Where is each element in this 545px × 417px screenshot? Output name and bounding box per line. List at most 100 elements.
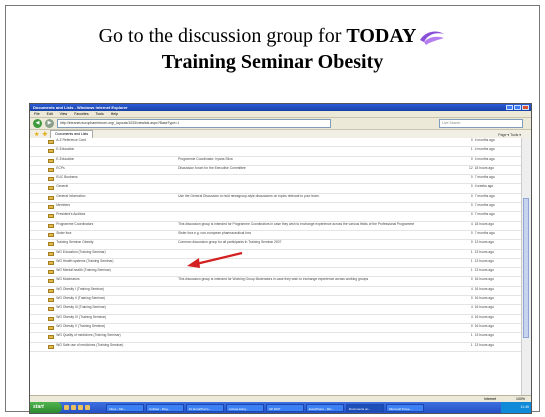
item-count: 4 — [441, 286, 474, 297]
row-icon-cell — [30, 239, 56, 250]
quick-launch-icon[interactable] — [71, 405, 76, 410]
system-tray-clock: 11:45 — [501, 402, 531, 413]
discussion-name-link[interactable]: ECPs — [55, 165, 178, 176]
taskbar-item[interactable]: ActiveListing... — [226, 403, 264, 412]
row-icon-cell — [30, 314, 56, 324]
menu-item-view[interactable]: View — [60, 111, 68, 117]
discussion-description: Programme Coordinator: Iryana Silva — [177, 156, 442, 166]
taskbar-item[interactable]: Microsoft Powe... — [386, 403, 424, 412]
taskbar-item[interactable]: M: EuroPharm... — [186, 403, 224, 412]
discussion-name-link[interactable]: EUC Business — [55, 174, 178, 185]
vertical-scrollbar[interactable] — [521, 138, 531, 402]
start-button[interactable]: start — [30, 402, 62, 413]
menu-item-file[interactable]: File — [34, 111, 40, 117]
item-count: 0 — [441, 239, 474, 250]
last-modified: 13 hours ago — [473, 332, 522, 343]
menu-item-favorites[interactable]: Favorites — [74, 111, 88, 117]
discussion-description — [177, 286, 442, 297]
taskbar-item[interactable]: Documents an... — [346, 403, 384, 412]
item-count: 0 — [441, 276, 474, 287]
favorites-star-icon[interactable]: ★ — [34, 131, 39, 138]
last-modified: 4 months ago — [473, 138, 522, 148]
close-button[interactable] — [522, 105, 529, 110]
discussion-name-link[interactable]: WG Safe use of medicines (Training Semin… — [55, 342, 178, 352]
discussion-board-icon — [48, 325, 55, 330]
discussion-board-icon — [48, 140, 55, 144]
discussion-name-link[interactable]: WG Obesity V (Training Seminar) — [55, 323, 178, 334]
quick-launch-icon[interactable] — [78, 405, 83, 410]
forward-button[interactable]: ▶ — [45, 119, 54, 128]
menu-item-help[interactable]: Help — [111, 111, 118, 117]
taskbar-item[interactable]: SP 2007 — [266, 403, 304, 412]
add-favorites-icon[interactable]: ✚ — [42, 131, 47, 138]
discussion-name-link[interactable]: General Information — [55, 193, 178, 204]
table-row: EUC Business 0 7 months ago — [30, 174, 522, 185]
discussion-name-link[interactable]: President's Auditors — [55, 211, 178, 222]
row-icon-cell — [30, 295, 56, 306]
row-icon-cell — [30, 276, 56, 287]
discussion-name-link[interactable]: Members — [55, 202, 178, 213]
discussion-description — [177, 202, 442, 213]
search-input[interactable]: Live Search — [439, 119, 523, 128]
menu-item-tools[interactable]: Tools — [96, 111, 104, 117]
back-button[interactable]: ◀ — [33, 119, 42, 128]
discussion-name-link[interactable]: E-Education — [55, 146, 178, 157]
discussion-description: Sister fora e.g. non-european pharmaceut… — [177, 230, 442, 241]
scrollbar-thumb[interactable] — [523, 198, 529, 338]
last-modified: 13 hours ago — [473, 342, 522, 352]
last-modified: 18 hours ago — [473, 221, 522, 231]
zoom-level[interactable]: 100% — [516, 397, 525, 401]
discussion-name-link[interactable]: WG Obesity IV (Training Seminar) — [55, 314, 178, 324]
logo-swoosh-icon — [420, 31, 445, 46]
discussion-board-icon — [48, 167, 55, 172]
last-modified: 16 hours ago — [473, 276, 522, 287]
row-icon-cell — [30, 193, 56, 204]
discussion-name-link[interactable]: WG Quality of medicines (Training Semina… — [55, 332, 178, 343]
taskbar-item[interactable]: Untitled - Msg... — [146, 403, 184, 412]
taskbar-item[interactable]: Inbox - Mic... — [106, 403, 144, 412]
discussion-name-link[interactable]: General — [55, 183, 178, 194]
url-input[interactable]: http://intranet.europharmforum.org/_layo… — [57, 119, 331, 128]
item-count: 1 — [441, 249, 474, 259]
item-count: 0 — [441, 174, 474, 185]
minimize-button[interactable] — [506, 105, 513, 110]
quick-launch-icon[interactable] — [85, 405, 90, 410]
taskbar: start Inbox - Mic... Untitled - Msg... M: … — [30, 402, 531, 413]
discussion-name-link[interactable]: A-Z Reference Card — [55, 138, 178, 148]
taskbar-item[interactable]: EuroPharm - Mic... — [306, 403, 344, 412]
last-modified: 18 hours ago — [473, 165, 522, 176]
table-row: WG Obesity II (Training Seminar) 0 16 hour… — [30, 295, 522, 306]
discussion-name-link[interactable]: WG Mental health (Training Seminar) — [55, 267, 178, 278]
maximize-button[interactable] — [514, 105, 521, 110]
row-icon-cell — [30, 138, 56, 148]
discussion-list-table: A-Z Reference Card 0 4 months ago E-Educati… — [30, 138, 522, 352]
table-row: Members 0 7 months ago — [30, 202, 522, 213]
discussion-name-link[interactable]: WG Obesity III (Training Seminar) — [55, 304, 178, 315]
discussion-name-link[interactable]: WG Education (Training Seminar) — [55, 249, 178, 259]
security-zone: Internet — [484, 397, 497, 401]
discussion-name-link[interactable]: Sister fora — [55, 230, 178, 241]
discussion-name-link[interactable]: WG Obesity I (Training Seminar) — [55, 286, 178, 297]
row-icon-cell — [30, 267, 56, 278]
discussion-name-link[interactable]: WG Health systems (Training Seminar) — [55, 258, 178, 269]
menu-item-edit[interactable]: Edit — [47, 111, 53, 117]
last-modified: 4 weeks ago — [473, 183, 522, 194]
item-count: 0 — [441, 230, 474, 241]
table-row: WG Obesity IV (Training Seminar) 4 16 hour… — [30, 314, 522, 324]
discussion-name-link[interactable]: Programme Coordinators — [55, 221, 178, 231]
quick-launch-icon[interactable] — [64, 405, 69, 410]
discussion-board-icon — [48, 177, 55, 182]
row-icon-cell — [30, 202, 56, 213]
discussion-board-icon — [48, 205, 55, 210]
discussion-name-link[interactable]: E-Education — [55, 156, 178, 166]
discussion-name-link[interactable]: WG Obesity II (Training Seminar) — [55, 295, 178, 306]
table-row: President's Auditors 0 7 months ago — [30, 211, 522, 222]
command-bar[interactable]: Page ▾ Tools ▾ — [498, 133, 521, 137]
row-icon-cell — [30, 304, 56, 315]
discussion-name-link[interactable]: Training Seminar Obesity — [55, 239, 178, 250]
discussion-description — [177, 138, 442, 148]
item-count: 0 — [441, 202, 474, 213]
row-icon-cell — [30, 249, 56, 259]
table-row: WG Quality of medicines (Training Semina… — [30, 332, 522, 343]
discussion-name-link[interactable]: WG Moderators — [55, 276, 178, 287]
